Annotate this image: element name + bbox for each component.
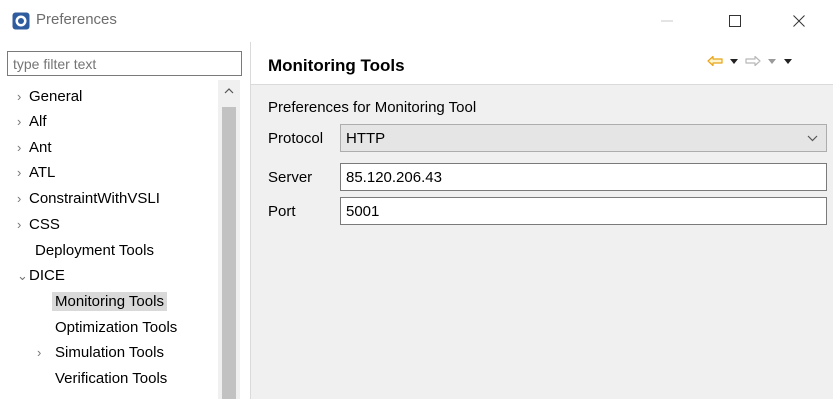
page-header: Monitoring Tools [251,42,833,85]
chevron-right-icon[interactable]: › [37,345,55,360]
chevron-right-icon[interactable]: › [17,89,29,104]
tree-item-verification-tools[interactable]: Verification Tools [55,366,167,391]
tree-item-label: ATL [29,164,56,181]
tree-item-atl[interactable]: › ATL [17,160,55,185]
tree-item-ant[interactable]: › Ant [17,135,52,160]
preference-page: Monitoring Tools Preferences for Monitor… [251,42,833,399]
chevron-right-icon[interactable]: › [17,191,29,206]
back-arrow-icon [707,55,723,67]
port-input[interactable] [340,197,827,225]
chevron-right-icon[interactable]: › [17,165,29,180]
minimize-button[interactable] [644,0,690,42]
filter-input[interactable] [7,51,242,76]
close-button[interactable] [776,0,822,42]
tree-item-optimization-tools[interactable]: Optimization Tools [55,315,177,340]
forward-button[interactable] [744,52,762,70]
tree-item-label: DICE [29,267,65,284]
tree-item-simulation-tools[interactable]: › Simulation Tools [37,340,164,365]
chevron-down-icon [807,135,818,142]
tree-item-alf[interactable]: › Alf [17,109,47,134]
dropdown-triangle-icon [730,58,738,64]
port-label: Port [268,203,296,220]
tree-item-dice[interactable]: ⌄ DICE [17,263,65,288]
tree-item-label: CSS [29,216,60,233]
tree-item-label: Monitoring Tools [52,292,167,311]
title-bar: Preferences [0,0,833,42]
tree-item-label: Deployment Tools [35,242,154,259]
forward-arrow-icon [745,55,761,67]
tree-item-label: Verification Tools [55,370,168,387]
server-label: Server [268,169,313,186]
tree-item-constraintwithvsli[interactable]: › ConstraintWithVSLI [17,186,160,211]
chevron-right-icon[interactable]: › [17,140,29,155]
forward-menu-button[interactable] [766,52,778,70]
page-description: Preferences for Monitoring Tool [268,99,477,116]
eclipse-app-icon [12,12,30,30]
maximize-icon [729,15,741,27]
tree-item-label: Simulation Tools [55,344,164,361]
scroll-up-button[interactable] [218,80,240,102]
tree-item-label: Optimization Tools [55,319,178,336]
tree-item-deployment-tools[interactable]: Deployment Tools [35,238,154,263]
chevron-right-icon[interactable]: › [17,217,29,232]
back-menu-button[interactable] [728,52,740,70]
minimize-icon [661,20,673,22]
protocol-label: Protocol [268,130,324,147]
tree-item-label: General [29,88,83,105]
close-icon [793,15,805,27]
tree-item-label: Alf [29,113,47,130]
tree-item-label: Ant [29,139,52,156]
protocol-select[interactable]: HTTP [340,124,827,152]
server-input[interactable] [340,163,827,191]
tree-item-label: ConstraintWithVSLI [29,190,160,207]
page-title: Monitoring Tools [268,56,405,75]
maximize-button[interactable] [712,0,758,42]
protocol-selected-value: HTTP [346,129,386,147]
chevron-down-icon[interactable]: ⌄ [17,268,29,284]
tree-item-css[interactable]: › CSS [17,212,60,237]
back-button[interactable] [706,52,724,70]
view-menu-icon [784,58,792,64]
preferences-navigation-pane: › General › Alf › Ant › ATL › Constraint… [0,42,250,399]
chevron-right-icon[interactable]: › [17,114,29,129]
tree-scrollbar[interactable] [218,80,240,399]
tree-item-general[interactable]: › General [17,84,82,109]
history-navigation [706,52,794,70]
tree-item-monitoring-tools[interactable]: Monitoring Tools [52,289,167,314]
view-menu-button[interactable] [782,52,794,70]
window-title: Preferences [36,11,117,28]
scroll-thumb[interactable] [222,107,236,399]
dropdown-triangle-icon [768,58,776,64]
chevron-up-icon [224,88,234,94]
